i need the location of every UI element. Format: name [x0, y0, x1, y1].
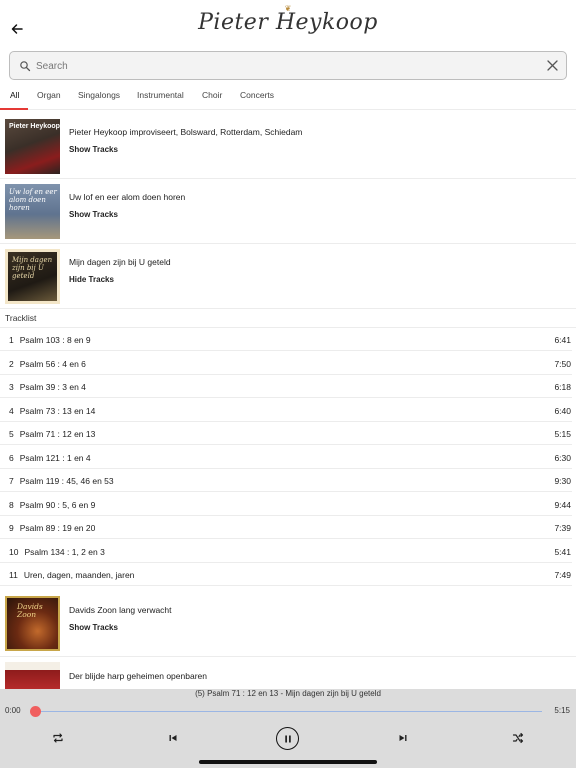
- clear-search-icon[interactable]: [546, 59, 559, 72]
- album-title: Mijn dagen zijn bij U geteld: [69, 257, 171, 267]
- skip-previous-icon: [169, 735, 177, 741]
- track-row[interactable]: 6 Psalm 121 : 1 en 4 6:30: [0, 446, 572, 469]
- track-number: 2: [9, 358, 14, 369]
- album-cover: [5, 662, 60, 689]
- track-duration: 6:18: [554, 382, 571, 392]
- elapsed-time: 0:00: [5, 706, 21, 715]
- track-duration: 9:44: [554, 499, 571, 510]
- track-row[interactable]: 4 Psalm 73 : 13 en 14 6:40: [0, 399, 572, 422]
- album-cover: Mijn dagen zijn bij U geteld: [5, 249, 60, 304]
- app-header: ❦ Pieter Heykoop: [0, 0, 576, 50]
- track-row[interactable]: 10 Psalm 134 : 1, 2 en 3 5:41: [0, 540, 572, 563]
- total-time: 5:15: [554, 706, 570, 715]
- search-input[interactable]: [36, 56, 536, 76]
- previous-button[interactable]: [165, 730, 181, 746]
- track-title: Psalm 134 : 1, 2 en 3: [24, 546, 105, 557]
- track-title: Psalm 39 : 3 en 4: [19, 382, 86, 392]
- tracklist-heading: Tracklist: [5, 313, 37, 323]
- album-title: Uw lof en eer alom doen horen: [69, 192, 186, 202]
- track-duration: 9:30: [554, 476, 571, 486]
- track-row[interactable]: 11 Uren, dagen, maanden, jaren 7:49: [0, 563, 572, 586]
- pause-icon: [284, 735, 291, 742]
- repeat-icon: [53, 733, 63, 743]
- track-number: 5: [9, 429, 14, 439]
- track-title: Uren, dagen, maanden, jaren: [23, 570, 135, 580]
- active-tab-indicator: [0, 108, 28, 110]
- album-item[interactable]: Pieter Heykoop Pieter Heykoop improvisee…: [0, 114, 576, 179]
- track-number: 8: [9, 499, 14, 510]
- track-number: 1: [9, 335, 14, 345]
- track-duration: 6:40: [554, 405, 571, 416]
- show-tracks-button[interactable]: Show Tracks: [69, 145, 118, 154]
- track-title: Psalm 89 : 19 en 20: [19, 523, 96, 533]
- search-icon: [20, 61, 31, 72]
- album-cover: Pieter Heykoop: [5, 119, 60, 174]
- track-number: 3: [9, 382, 14, 392]
- album-item[interactable]: Uw lof en eer alom doen horen Uw lof en …: [0, 179, 576, 244]
- hide-tracks-button[interactable]: Hide Tracks: [69, 275, 114, 284]
- seek-thumb[interactable]: [29, 706, 41, 717]
- tab-organ[interactable]: Organ: [37, 90, 61, 100]
- tab-choir[interactable]: Choir: [202, 90, 222, 100]
- track-row[interactable]: 9 Psalm 89 : 19 en 20 7:39: [0, 516, 572, 539]
- track-number: 4: [9, 405, 14, 416]
- tab-concerts[interactable]: Concerts: [240, 90, 274, 100]
- app-logo: Pieter Heykoop: [198, 10, 378, 35]
- track-title: Psalm 73 : 13 en 14: [19, 405, 96, 416]
- album-title: Davids Zoon lang verwacht: [69, 605, 172, 615]
- track-duration: 5:15: [554, 429, 571, 439]
- track-title: Psalm 71 : 12 en 13: [19, 429, 96, 439]
- track-duration: 6:30: [554, 452, 571, 463]
- show-tracks-button[interactable]: Show Tracks: [69, 623, 118, 632]
- repeat-button[interactable]: [50, 730, 66, 746]
- track-number: 10: [9, 546, 19, 557]
- track-number: 6: [9, 452, 14, 463]
- track-title: Psalm 90 : 5, 6 en 9: [19, 499, 96, 510]
- shuffle-button[interactable]: [510, 730, 526, 746]
- album-item[interactable]: Der blijde harp geheimen openbaren: [0, 657, 576, 689]
- home-indicator[interactable]: [199, 760, 377, 764]
- track-duration: 7:49: [554, 570, 571, 580]
- next-button[interactable]: [395, 730, 411, 746]
- track-title: Psalm 56 : 4 en 6: [19, 358, 86, 369]
- track-row[interactable]: 1 Psalm 103 : 8 en 9 6:41: [0, 328, 572, 351]
- track-row[interactable]: 8 Psalm 90 : 5, 6 en 9 9:44: [0, 493, 572, 516]
- track-duration: 5:41: [554, 546, 571, 557]
- album-item[interactable]: Davids Zoon Davids Zoon lang verwacht Sh…: [0, 591, 576, 657]
- album-cover: Uw lof en eer alom doen horen: [5, 184, 60, 239]
- shuffle-icon: [512, 732, 524, 744]
- track-title: Psalm 119 : 45, 46 en 53: [19, 476, 114, 486]
- tab-singalongs[interactable]: Singalongs: [78, 90, 120, 100]
- tab-instrumental[interactable]: Instrumental: [137, 90, 184, 100]
- now-playing-title: (5) Psalm 71 : 12 en 13 - Mijn dagen zij…: [195, 689, 381, 698]
- track-duration: 7:39: [554, 523, 571, 533]
- track-row[interactable]: 7 Psalm 119 : 45, 46 en 53 9:30: [0, 469, 572, 492]
- track-number: 7: [9, 476, 14, 486]
- track-row[interactable]: 5 Psalm 71 : 12 en 13 5:15: [0, 422, 572, 445]
- track-duration: 6:41: [554, 335, 571, 345]
- seek-bar[interactable]: [35, 711, 542, 712]
- album-cover: Davids Zoon: [5, 596, 60, 651]
- track-duration: 7:50: [554, 358, 571, 369]
- track-title: Psalm 103 : 8 en 9: [19, 335, 91, 345]
- skip-next-icon: [399, 735, 407, 741]
- media-player: (5) Psalm 71 : 12 en 13 - Mijn dagen zij…: [0, 689, 576, 768]
- track-number: 9: [9, 523, 14, 533]
- track-title: Psalm 121 : 1 en 4: [19, 452, 91, 463]
- category-tabs: All Organ Singalongs Instrumental Choir …: [0, 83, 576, 110]
- album-item[interactable]: Mijn dagen zijn bij U geteld Mijn dagen …: [0, 244, 576, 309]
- search-bar: [9, 51, 567, 80]
- track-row[interactable]: 3 Psalm 39 : 3 en 4 6:18: [0, 375, 572, 398]
- track-row[interactable]: 2 Psalm 56 : 4 en 6 7:50: [0, 352, 572, 375]
- tab-all[interactable]: All: [10, 90, 19, 100]
- album-title: Pieter Heykoop improviseert, Bolsward, R…: [69, 127, 303, 137]
- album-title: Der blijde harp geheimen openbaren: [69, 671, 207, 681]
- show-tracks-button[interactable]: Show Tracks: [69, 210, 118, 219]
- track-number: 11: [9, 570, 18, 580]
- pause-button[interactable]: [276, 727, 299, 750]
